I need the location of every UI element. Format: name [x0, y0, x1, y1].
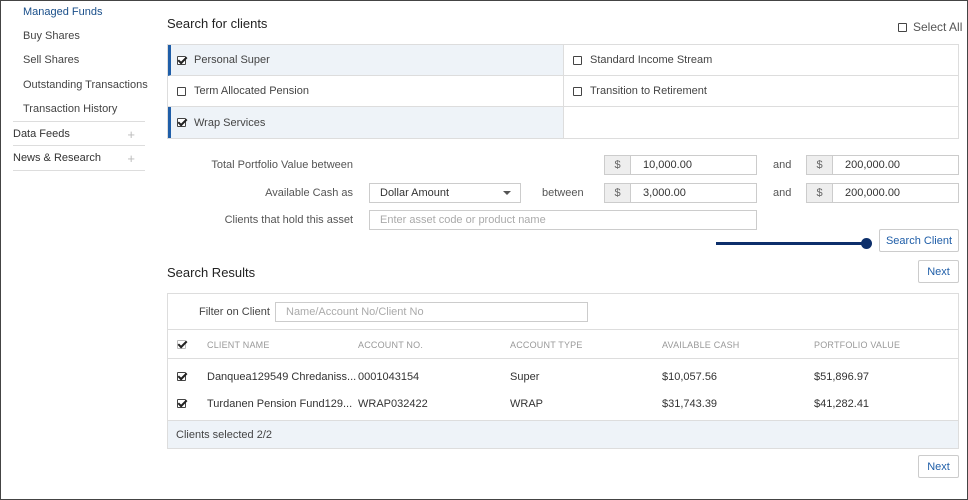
portfolio-value: $51,896.97	[814, 371, 870, 383]
currency-label: $	[605, 156, 631, 174]
select-all-rows-checkbox[interactable]	[177, 340, 186, 349]
column-header[interactable]: CLIENT NAME	[207, 340, 270, 350]
portfolio-max-value: 200,000.00	[845, 159, 901, 171]
type-label: Personal Super	[194, 54, 270, 66]
selection-summary: Clients selected 2/2	[168, 420, 958, 448]
cash-type-value: Dollar Amount	[380, 187, 450, 199]
plus-icon: +	[127, 127, 135, 142]
select-all-label: Select All	[913, 20, 963, 34]
client-filter-input[interactable]	[275, 302, 588, 322]
cash-max-field[interactable]: $ 200,000.00	[806, 183, 959, 203]
table-row[interactable]: Danquea129549 Chredaniss... 0001043154 S…	[168, 364, 958, 390]
column-header[interactable]: PORTFOLIO VALUE	[814, 340, 900, 350]
type-personal-super[interactable]: Personal Super	[168, 45, 564, 76]
and-label: and	[773, 159, 792, 171]
client-name: Turdanen Pension Fund129...	[207, 398, 353, 410]
results-table: Filter on Client CLIENT NAME ACCOUNT NO.…	[167, 293, 959, 449]
sidebar-section-label: Data Feeds	[13, 128, 70, 140]
filter-label: Filter on Client	[199, 306, 270, 318]
caret-down-icon	[503, 191, 511, 195]
clients-selected-text: Clients selected 2/2	[176, 429, 272, 441]
sidebar: Managed Funds Buy Shares Sell Shares Out…	[0, 0, 150, 500]
account-type-grid: Personal Super Standard Income Stream Te…	[167, 44, 959, 139]
account-type: WRAP	[510, 398, 543, 410]
portfolio-min-field[interactable]: $ 10,000.00	[604, 155, 757, 175]
next-button-bottom[interactable]: Next	[918, 455, 959, 478]
asset-search-input[interactable]	[369, 210, 757, 230]
currency-label: $	[807, 184, 833, 202]
sidebar-item-outstanding-transactions[interactable]: Outstanding Transactions	[23, 79, 148, 91]
cash-min-value: 3,000.00	[643, 187, 686, 199]
type-label: Standard Income Stream	[590, 54, 713, 66]
type-empty-cell	[564, 107, 958, 138]
sidebar-item-transaction-history[interactable]: Transaction History	[23, 103, 117, 115]
checkbox-checked-icon	[177, 55, 186, 65]
portfolio-value: $41,282.41	[814, 398, 870, 410]
select-all-checkbox[interactable]: Select All	[898, 20, 962, 34]
type-transition-to-retirement[interactable]: Transition to Retirement	[564, 76, 958, 107]
account-no: WRAP032422	[358, 398, 428, 410]
checkbox-checked-icon[interactable]	[177, 399, 186, 408]
checkbox-icon	[573, 55, 582, 65]
sidebar-section-label: News & Research	[13, 152, 102, 164]
type-standard-income-stream[interactable]: Standard Income Stream	[564, 45, 958, 76]
column-header[interactable]: AVAILABLE CASH	[662, 340, 740, 350]
search-title: Search for clients	[167, 16, 268, 31]
available-cash: $31,743.39	[662, 398, 718, 410]
checkbox-icon	[898, 22, 907, 32]
and-label: and	[773, 187, 792, 199]
sidebar-item-sell-shares[interactable]: Sell Shares	[23, 54, 79, 66]
pointer-line	[716, 242, 866, 245]
checkbox-icon	[177, 86, 186, 96]
checkbox-checked-icon	[177, 118, 186, 127]
column-header[interactable]: ACCOUNT NO.	[358, 340, 423, 350]
available-cash-label: Available Cash as	[265, 187, 353, 199]
search-client-button[interactable]: Search Client	[879, 229, 959, 252]
type-wrap-services[interactable]: Wrap Services	[168, 107, 564, 138]
sidebar-item-buy-shares[interactable]: Buy Shares	[23, 30, 80, 42]
sidebar-section-news-research[interactable]: News & Research +	[13, 146, 145, 171]
results-title: Search Results	[167, 265, 256, 280]
client-name: Danquea129549 Chredaniss...	[207, 371, 357, 383]
column-header[interactable]: ACCOUNT TYPE	[510, 340, 583, 350]
portfolio-value-label: Total Portfolio Value between	[211, 159, 353, 171]
sidebar-section-data-feeds[interactable]: Data Feeds +	[13, 121, 145, 146]
portfolio-max-field[interactable]: $ 200,000.00	[806, 155, 959, 175]
plus-icon: +	[127, 151, 135, 166]
checkbox-checked-icon[interactable]	[177, 372, 186, 381]
checkbox-icon	[573, 86, 582, 96]
filter-row: Filter on Client	[168, 294, 958, 330]
cash-min-field[interactable]: $ 3,000.00	[604, 183, 757, 203]
sidebar-item-managed-funds[interactable]: Managed Funds	[23, 6, 103, 18]
type-label: Transition to Retirement	[590, 85, 707, 97]
asset-label: Clients that hold this asset	[224, 214, 353, 226]
next-button-top[interactable]: Next	[918, 260, 959, 283]
account-no: 0001043154	[358, 371, 420, 383]
type-label: Wrap Services	[194, 116, 266, 129]
type-term-allocated-pension[interactable]: Term Allocated Pension	[168, 76, 564, 107]
cash-max-value: 200,000.00	[845, 187, 901, 199]
currency-label: $	[605, 184, 631, 202]
between-label: between	[542, 187, 584, 199]
currency-label: $	[807, 156, 833, 174]
portfolio-min-value: 10,000.00	[643, 159, 692, 171]
account-type: Super	[510, 371, 540, 383]
cash-type-dropdown[interactable]: Dollar Amount	[369, 183, 521, 203]
pointer-dot	[861, 238, 872, 249]
header-divider	[168, 358, 958, 359]
type-label: Term Allocated Pension	[194, 85, 309, 97]
available-cash: $10,057.56	[662, 371, 718, 383]
table-row[interactable]: Turdanen Pension Fund129... WRAP032422 W…	[168, 391, 958, 417]
